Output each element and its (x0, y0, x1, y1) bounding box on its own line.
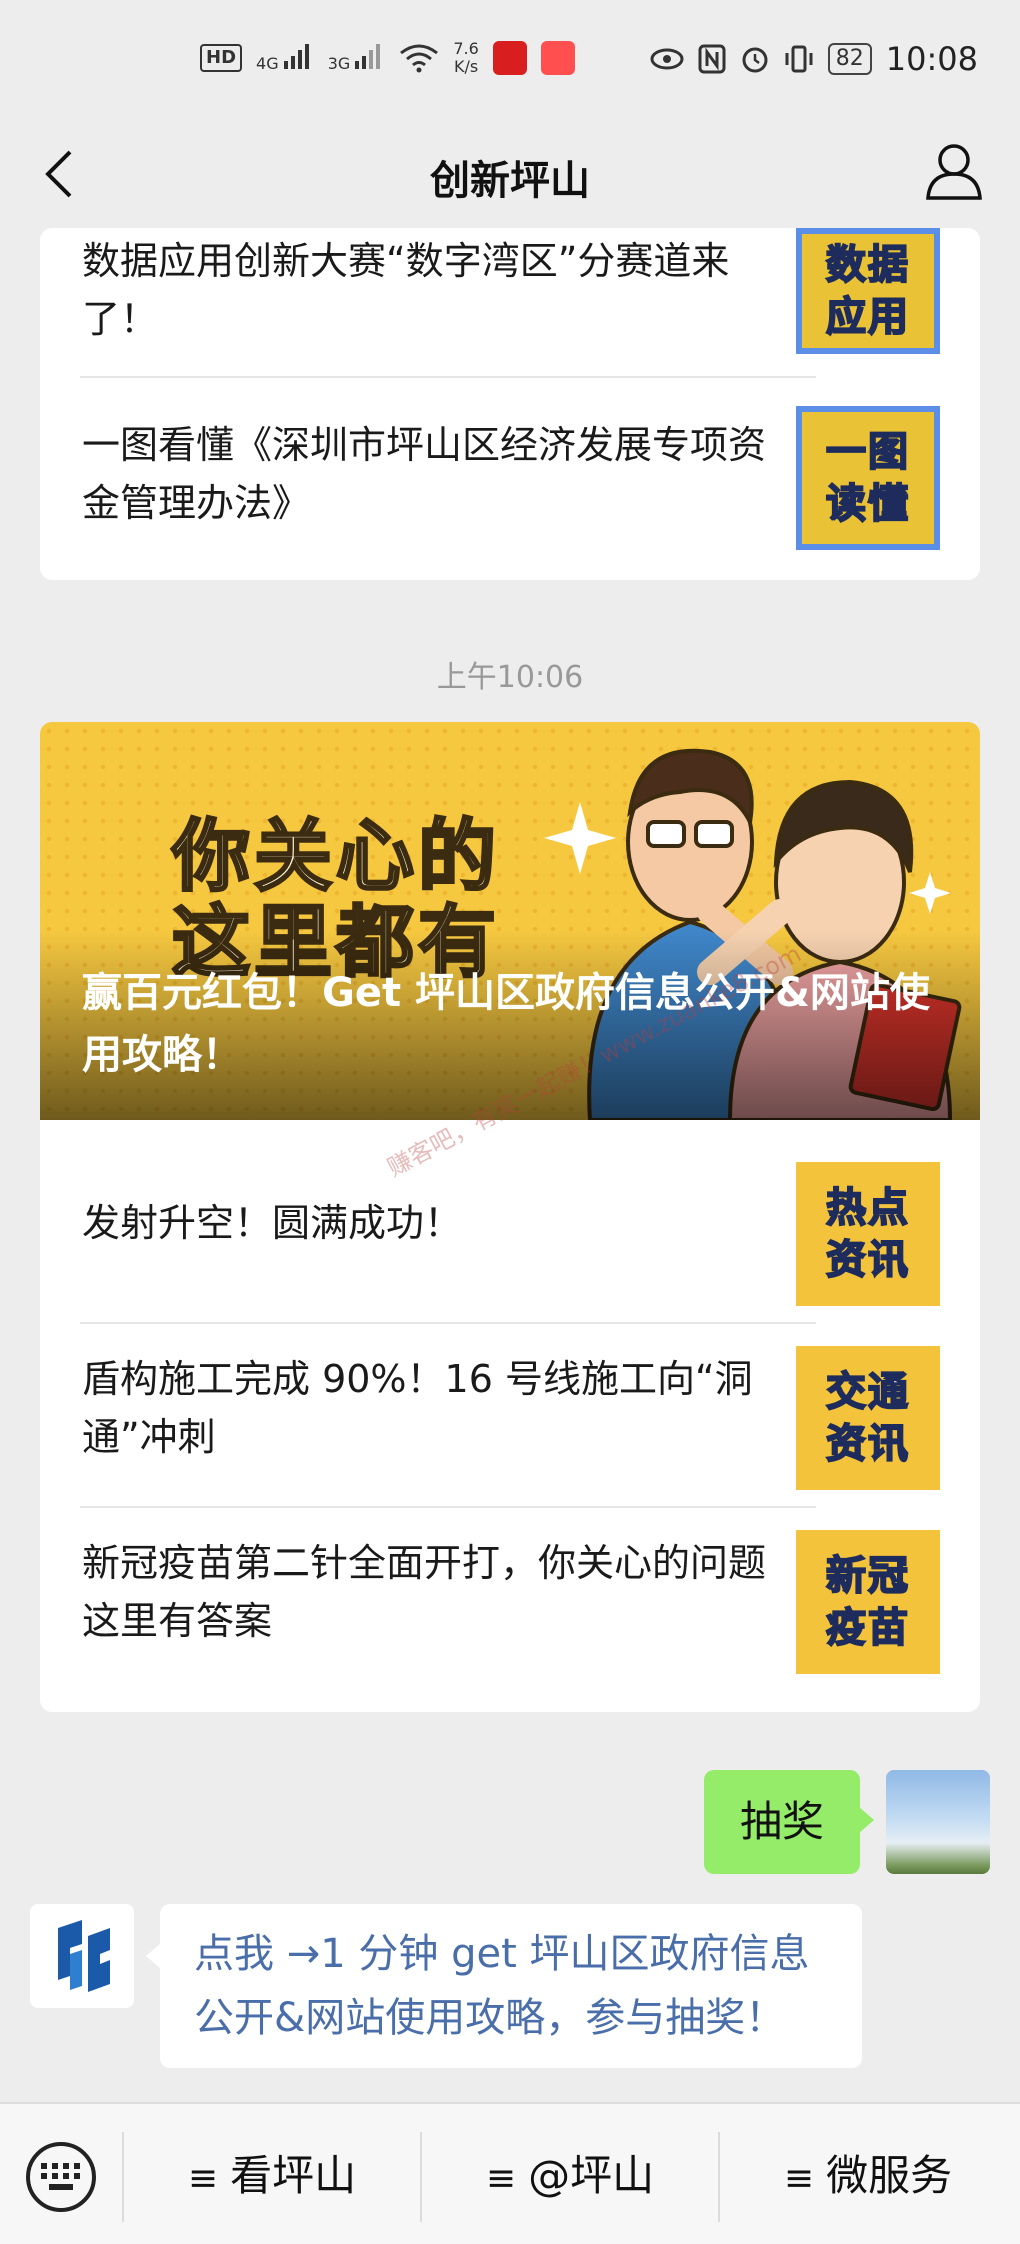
keyboard-toggle-button[interactable] (26, 2142, 96, 2212)
app-notification-icon (540, 41, 575, 75)
article-item[interactable]: 新冠疫苗第二针全面开打，你关心的问题这里有答案 新冠疫苗 (40, 1488, 980, 1674)
pingshan-logo-icon (58, 1920, 110, 1992)
divider (80, 376, 816, 378)
signal-icon-4g: 4G (256, 43, 314, 73)
thumbnail-text: 一图读懂 (825, 428, 910, 528)
signal-icon-3g: 3G (328, 43, 386, 73)
timestamp: 上午10:06 (436, 660, 584, 695)
article-title: 新冠疫苗第二针全面开打，你关心的问题这里有答案 (82, 1541, 767, 1643)
article-thumbnail: 数据应用 (796, 228, 940, 354)
status-bar: HD 4G 3G 7.6 K/s 82 10:08 (0, 0, 1020, 120)
profile-button[interactable] (924, 140, 984, 204)
network-4g-label: 4G (256, 54, 279, 73)
battery-indicator: 82 (827, 43, 872, 75)
article-item[interactable]: 一图看懂《深圳市坪山区经济发展专项资金管理办法》 一图读懂 (40, 396, 980, 580)
alarm-icon (742, 47, 768, 73)
keyboard-icon (41, 2163, 80, 2190)
article-title: 盾构施工完成 90%！16 号线施工向“洞通”冲刺 (82, 1357, 753, 1459)
menu-item-kan-pingshan[interactable]: ≡ 看坪山 (124, 2144, 420, 2208)
wifi-icon (400, 44, 439, 73)
person-icon (926, 144, 982, 200)
app-notification-icon (492, 41, 527, 75)
article-thumbnail: 热点资讯 (796, 1162, 940, 1306)
menu-list-icon: ≡ (187, 2158, 219, 2199)
menu-list-icon: ≡ (485, 2158, 517, 2199)
nav-bar: 创新坪山 (0, 120, 1020, 228)
my-message-bubble[interactable]: 抽奖 (703, 1770, 875, 1874)
thumbnail-text: 新冠疫苗 (825, 1552, 910, 1652)
signal-bars-icon (283, 44, 309, 69)
thumbnail-text: 数据应用 (825, 241, 910, 341)
page-title: 创新坪山 (430, 158, 590, 204)
headline-banner[interactable]: 你关心的这里都有 赢百元红包！Get 坪山区政府信息公开&网站使用攻略！ (40, 722, 980, 1120)
speed-value: 7.6 (453, 39, 479, 58)
hd-icon: HD (200, 44, 243, 72)
network-speed: 7.6 K/s (453, 40, 478, 76)
article-item[interactable]: 发射升空！圆满成功！ 热点资讯 (40, 1120, 980, 1306)
network-3g-label: 3G (327, 54, 351, 73)
eye-icon (650, 48, 684, 70)
clock: 10:08 (885, 40, 978, 78)
article-card: 数据应用创新大赛“数字湾区”分赛道来了！ 数据应用 一图看懂《深圳市坪山区经济发… (40, 228, 980, 580)
vibrate-icon (785, 45, 813, 73)
menu-item-label: 微服务 (826, 2151, 953, 2200)
article-title: 数据应用创新大赛“数字湾区”分赛道来了！ (82, 239, 730, 341)
banner-title: 赢百元红包！Get 坪山区政府信息公开&网站使用攻略！ (82, 970, 930, 1078)
article-title: 发射升空！圆满成功！ (82, 1201, 463, 1245)
article-thumbnail: 交通资讯 (796, 1346, 940, 1490)
menu-item-label: 看坪山 (230, 2151, 357, 2200)
menu-item-micro-service[interactable]: ≡ 微服务 (720, 2144, 1016, 2208)
nfc-icon (698, 44, 726, 74)
speed-unit: K/s (453, 57, 479, 76)
menu-list-icon: ≡ (783, 2158, 815, 2199)
article-item[interactable]: 盾构施工完成 90%！16 号线施工向“洞通”冲刺 交通资讯 (40, 1304, 980, 1490)
signal-bars-icon (355, 44, 381, 69)
thumbnail-text: 热点资讯 (825, 1184, 910, 1284)
thumbnail-text: 交通资讯 (825, 1368, 910, 1468)
my-avatar[interactable] (886, 1770, 990, 1874)
article-thumbnail: 新冠疫苗 (796, 1530, 940, 1674)
article-item[interactable]: 数据应用创新大赛“数字湾区”分赛道来了！ 数据应用 (40, 228, 980, 412)
account-avatar[interactable] (30, 1904, 134, 2008)
menu-item-at-pingshan[interactable]: ≡ @坪山 (422, 2144, 718, 2208)
bot-message-link[interactable]: 点我 →1 分钟 get 坪山区政府信息公开&网站使用攻略，参与抽奖！ (146, 1904, 862, 2068)
article-thumbnail: 一图读懂 (796, 406, 940, 550)
menu-item-label: @坪山 (528, 2151, 655, 2200)
bottom-menu-bar: ≡ 看坪山 ≡ @坪山 ≡ 微服务 (0, 2102, 1020, 2244)
article-card: 你关心的这里都有 赢百元红包！Get 坪山区政府信息公开&网站使用攻略！ 发射升… (40, 722, 980, 1712)
article-title: 一图看懂《深圳市坪山区经济发展专项资金管理办法》 (82, 423, 767, 525)
